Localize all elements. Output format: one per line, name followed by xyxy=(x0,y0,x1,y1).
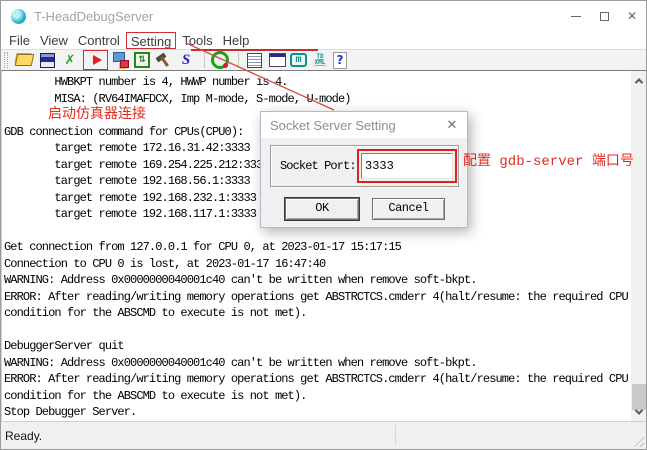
scroll-up-button[interactable] xyxy=(631,73,647,88)
socket-server-setting-dialog: Socket Server Setting ✕ Socket Port: OK … xyxy=(260,111,468,228)
menu-item-help[interactable]: Help xyxy=(219,32,254,49)
toolbar-separator xyxy=(204,53,205,68)
ok-button[interactable]: OK xyxy=(285,198,359,220)
console-line: DebuggerServer quit xyxy=(4,338,631,355)
console-line: condition for the ABSCMD to execute is n… xyxy=(4,388,631,405)
maximize-icon xyxy=(600,12,609,21)
scroll-down-button[interactable] xyxy=(631,404,647,419)
annotation-configure-port: 配置 gdb-server 端口号 xyxy=(463,150,634,170)
console-line: Stop Debugger Server. xyxy=(4,404,631,421)
memory-icon[interactable]: m xyxy=(290,53,307,67)
socket-port-input[interactable] xyxy=(361,153,453,179)
maximize-button[interactable] xyxy=(590,1,618,31)
monitor-icon[interactable] xyxy=(210,50,230,70)
properties-icon[interactable] xyxy=(244,50,264,70)
cancel-button[interactable]: Cancel xyxy=(372,198,445,220)
build-icon[interactable] xyxy=(153,50,173,70)
window-title: T-HeadDebugServer xyxy=(34,9,153,24)
dialog-titlebar: Socket Server Setting ✕ xyxy=(261,112,467,138)
console-line: Get connection from 127.0.0.1 for CPU 0,… xyxy=(4,239,631,256)
close-button[interactable]: ✕ xyxy=(618,1,646,31)
menubar: FileViewControlSettingToolsHelp xyxy=(1,31,646,49)
save-icon[interactable] xyxy=(37,50,57,70)
symbol-icon[interactable]: S xyxy=(176,50,196,70)
dialog-close-button[interactable]: ✕ xyxy=(437,117,467,133)
console-line: Connection to CPU 0 is lost, at 2023-01-… xyxy=(4,256,631,273)
reset-target-icon[interactable]: ⇅ xyxy=(134,52,150,68)
help-icon[interactable]: ? xyxy=(333,52,347,69)
console-line: ERROR: After reading/writing memory oper… xyxy=(4,371,631,388)
chevron-down-icon xyxy=(635,406,643,414)
toolbar-grip[interactable] xyxy=(4,52,8,68)
menu-item-file[interactable]: File xyxy=(5,32,34,49)
minimize-icon xyxy=(571,16,581,17)
open-file-icon[interactable] xyxy=(14,50,34,70)
console-line: WARNING: Address 0x0000000040001c40 can'… xyxy=(4,355,631,372)
connect-target-icon[interactable] xyxy=(111,50,131,70)
dialog-title: Socket Server Setting xyxy=(261,118,437,133)
statusbar-separator xyxy=(395,425,396,446)
toolbar: ✗ ⇅ SmTD XML? xyxy=(1,49,646,70)
socket-port-label: Socket Port: xyxy=(280,159,356,173)
menu-item-tools[interactable]: Tools xyxy=(178,32,216,49)
app-icon xyxy=(11,9,26,24)
socket-port-groupbox: Socket Port: xyxy=(270,145,459,187)
status-message: Ready. xyxy=(1,429,42,443)
console-line: MISA: (RV64IMAFDCX, Imp M-mode, S-mode, … xyxy=(4,91,631,108)
menu-item-setting[interactable]: Setting xyxy=(126,32,176,49)
vertical-scrollbar[interactable] xyxy=(631,70,647,421)
td-xml-icon[interactable]: TD XML xyxy=(310,50,330,70)
debug-view-icon[interactable] xyxy=(267,50,287,70)
app-window: T-HeadDebugServer ✕ FileViewControlSetti… xyxy=(0,0,647,450)
clear-icon[interactable]: ✗ xyxy=(60,50,80,70)
toolbar-separator xyxy=(238,53,239,68)
titlebar: T-HeadDebugServer ✕ xyxy=(1,1,646,31)
port-annotation-box xyxy=(357,149,457,183)
menu-item-control[interactable]: Control xyxy=(74,32,124,49)
console-line: ERROR: After reading/writing memory oper… xyxy=(4,289,631,306)
console-line: condition for the ABSCMD to execute is n… xyxy=(4,305,631,322)
resize-grip-icon[interactable] xyxy=(631,434,644,447)
run-icon[interactable] xyxy=(83,50,108,70)
console-line: WARNING: Address 0x0000000040001c40 can'… xyxy=(4,272,631,289)
statusbar: Ready. xyxy=(1,421,646,449)
menu-item-view[interactable]: View xyxy=(36,32,72,49)
window-controls: ✕ xyxy=(562,1,646,31)
minimize-button[interactable] xyxy=(562,1,590,31)
chevron-up-icon xyxy=(635,78,643,86)
console-line xyxy=(4,322,631,339)
console-line: HWBKPT number is 4, HWWP number is 4. xyxy=(4,74,631,91)
